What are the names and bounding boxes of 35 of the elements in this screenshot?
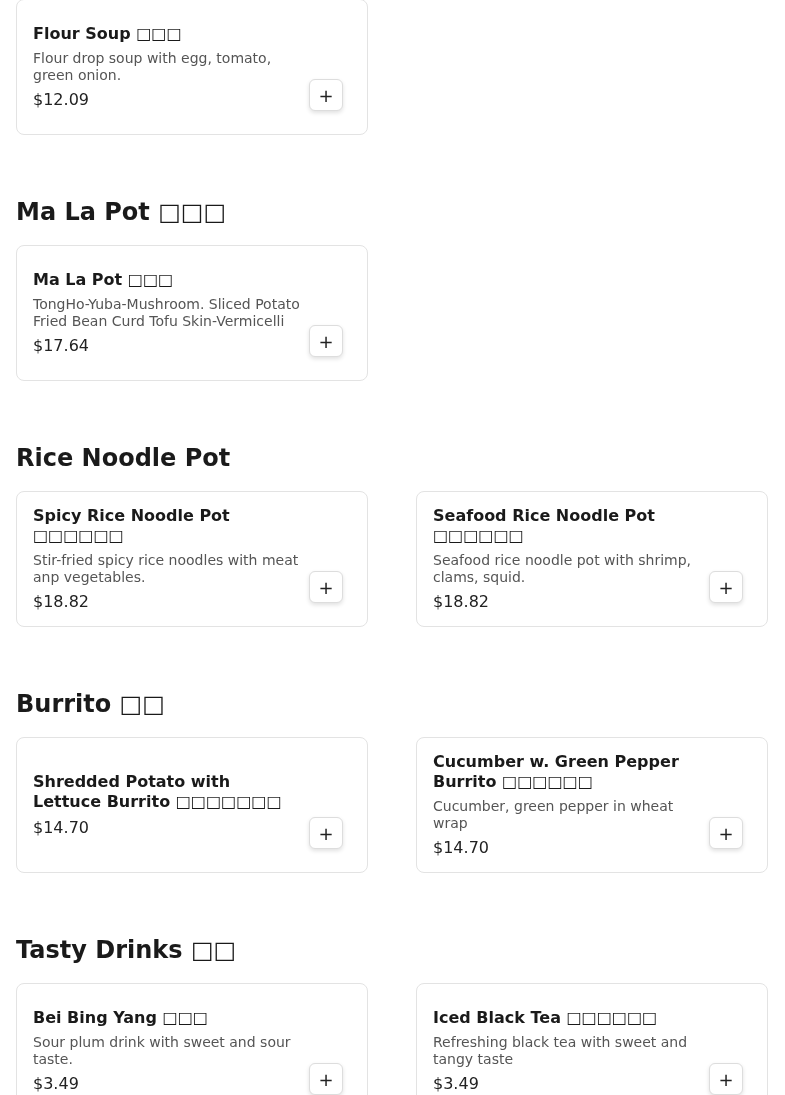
item-name: Spicy Rice Noodle Pot □□□□□□ <box>33 506 231 546</box>
item-description: Flour drop soup with egg, tomato, green onion. <box>33 50 273 84</box>
item-name: Bei Bing Yang □□□ <box>33 1008 209 1028</box>
item-name: Shredded Potato with Lettuce Burrito □□□□□□□ <box>33 772 283 812</box>
item-price: $12.09 <box>33 90 90 110</box>
item-description: Refreshing black tea with sweet and tangy taste <box>433 1034 689 1068</box>
item-name: Ma La Pot □□□ <box>33 270 175 290</box>
item-name: Cucumber w. Green Pepper Burrito □□□□□□ <box>433 752 680 792</box>
add-button[interactable]: + <box>309 1063 343 1095</box>
item-description: Cucumber, green pepper in wheat wrap <box>433 798 675 832</box>
section-heading: Ma La Pot □□□ <box>16 197 228 228</box>
item-price: $3.49 <box>33 1074 80 1094</box>
item-description: Sour plum drink with sweet and sour taste. <box>33 1034 292 1068</box>
add-button[interactable]: + <box>709 817 743 849</box>
item-description: Stir-fried spicy rice noodles with meat anp vegetables. <box>33 552 300 586</box>
add-button[interactable]: + <box>309 79 343 111</box>
item-price: $3.49 <box>433 1074 480 1094</box>
section-heading: Burrito □□ <box>16 689 166 720</box>
item-name: Seafood Rice Noodle Pot □□□□□□ <box>433 506 656 546</box>
item-description: TongHo-Yuba-Mushroom. Sliced Potato Fried Bean Curd Tofu Skin-Vermicelli <box>33 296 301 330</box>
item-description: Seafood rice noodle pot with shrimp, clams, squid. <box>433 552 693 586</box>
section-heading: Rice Noodle Pot <box>16 443 232 474</box>
item-price: $17.64 <box>33 336 90 356</box>
item-price: $14.70 <box>433 838 490 858</box>
add-button[interactable]: + <box>309 325 343 357</box>
item-name: Flour Soup □□□ <box>33 24 183 44</box>
item-price: $14.70 <box>33 818 90 838</box>
item-name: Iced Black Tea □□□□□□ <box>433 1008 659 1028</box>
add-button[interactable]: + <box>709 1063 743 1095</box>
item-price: $18.82 <box>33 592 90 612</box>
item-price: $18.82 <box>433 592 490 612</box>
add-button[interactable]: + <box>309 571 343 603</box>
add-button[interactable]: + <box>309 817 343 849</box>
add-button[interactable]: + <box>709 571 743 603</box>
section-heading: Tasty Drinks □□ <box>16 935 238 966</box>
